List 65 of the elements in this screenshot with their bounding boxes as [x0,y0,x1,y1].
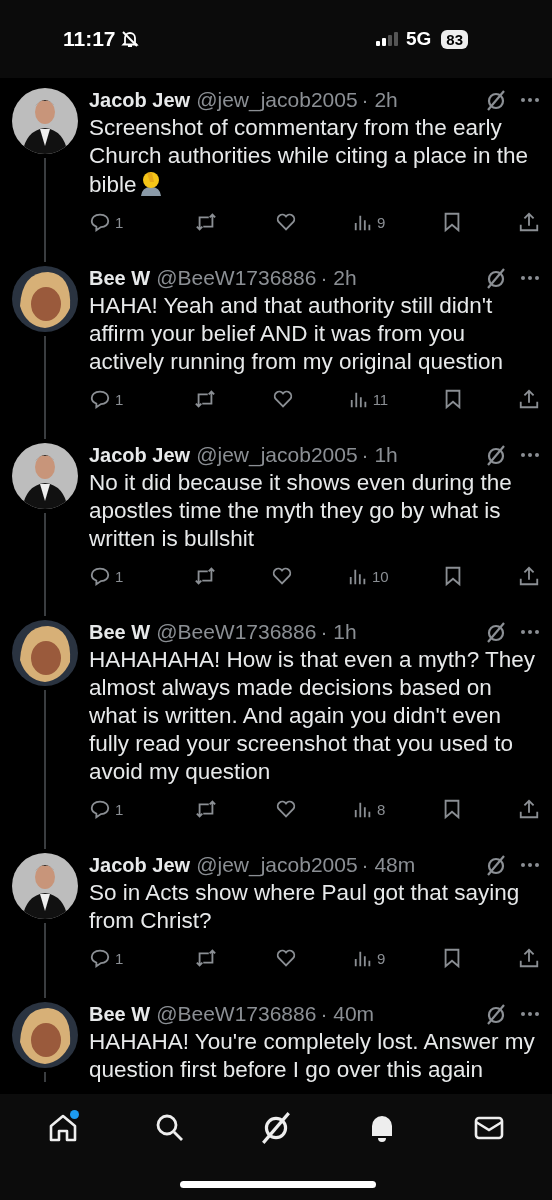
author-name[interactable]: Jacob Jew [89,853,191,877]
post-text: So in Acts show where Paul got that saying from Christ? [89,880,520,933]
slashed-circle-icon[interactable] [484,88,508,112]
reply-icon [89,388,111,410]
post-text: HAHAHA! You're completely lost. Answer my question first before I go over this again [89,1029,535,1082]
post-time: · 40m [320,1002,375,1026]
slashed-circle-icon[interactable] [484,1002,508,1026]
more-icon[interactable] [520,275,540,281]
reply-button[interactable]: 1 [89,798,139,820]
repost-icon[interactable] [192,388,217,410]
post-text: HAHAHAHA! How is that even a myth? They almost always made decisions based on what is written. And again you didn't even fully read your screenshot that you used to avoid my question [89,647,535,784]
reply-icon [89,798,111,820]
author-name[interactable]: Bee W [89,266,151,290]
author-handle[interactable]: @BeeW1736886 [156,620,317,644]
views-button[interactable]: 8 [353,799,386,819]
post-time: · 1h [361,443,398,467]
signal-icon [375,32,398,46]
repost-icon[interactable] [194,947,219,969]
reply-button[interactable]: 1 [89,211,139,233]
author-handle[interactable]: @BeeW1736886 [156,266,317,290]
network-label: 5G [405,28,432,50]
reply-button[interactable]: 1 [89,947,139,969]
repost-icon[interactable] [194,798,219,820]
slashed-circle-icon[interactable] [484,443,508,467]
reply-icon [89,565,111,587]
author-handle[interactable]: @BeeW1736886 [156,1002,317,1026]
author-handle[interactable]: @jew_jacob2005 [196,853,358,877]
post-time: · 1h [320,620,357,644]
battery-level: 83 [441,29,468,49]
views-button[interactable]: 11 [348,389,389,409]
author-handle[interactable]: @jew_jacob2005 [196,88,358,112]
author-name[interactable]: Jacob Jew [89,443,191,467]
author-name[interactable]: Jacob Jew [89,88,191,112]
post-time: · 2h [320,266,357,290]
post-text: Screenshot of commentary from the early Church authorities while citing a place in the bible [89,115,528,197]
slashed-circle-icon[interactable] [484,620,508,644]
post-time: · 2h [361,88,398,112]
reply-button[interactable]: 1 [89,565,139,587]
clock: 11:17 [63,27,116,51]
reply-icon [89,947,111,969]
more-icon[interactable] [520,862,540,868]
author-name[interactable]: Bee W [89,1002,151,1026]
post-text: No it did because it shows even during the apostles time the myth they go by what is written is bullshit [89,470,512,551]
share-icon[interactable] [517,565,540,587]
reply-button[interactable]: 1 [89,388,139,410]
more-icon[interactable] [520,1011,540,1017]
author-name[interactable]: Bee W [89,620,151,644]
share-icon[interactable] [518,947,540,969]
more-icon[interactable] [520,629,540,635]
views-button[interactable]: 9 [353,948,386,968]
share-icon[interactable] [517,388,540,410]
repost-icon[interactable] [194,211,219,233]
post-text: HAHA! Yeah and that authority still didn't affirm your belief AND it was from you actively running from my original question [89,293,503,374]
reply-icon [89,211,111,233]
share-icon[interactable] [518,211,540,233]
author-handle[interactable]: @jew_jacob2005 [196,443,358,467]
views-button[interactable]: 10 [347,566,389,586]
more-icon[interactable] [520,97,540,103]
views-button[interactable]: 9 [353,212,386,232]
slashed-circle-icon[interactable] [484,266,508,290]
share-icon[interactable] [518,798,540,820]
repost-icon[interactable] [192,565,217,587]
post-time: · 48m [361,853,416,877]
more-icon[interactable] [520,452,540,458]
slashed-circle-icon[interactable] [484,853,508,877]
